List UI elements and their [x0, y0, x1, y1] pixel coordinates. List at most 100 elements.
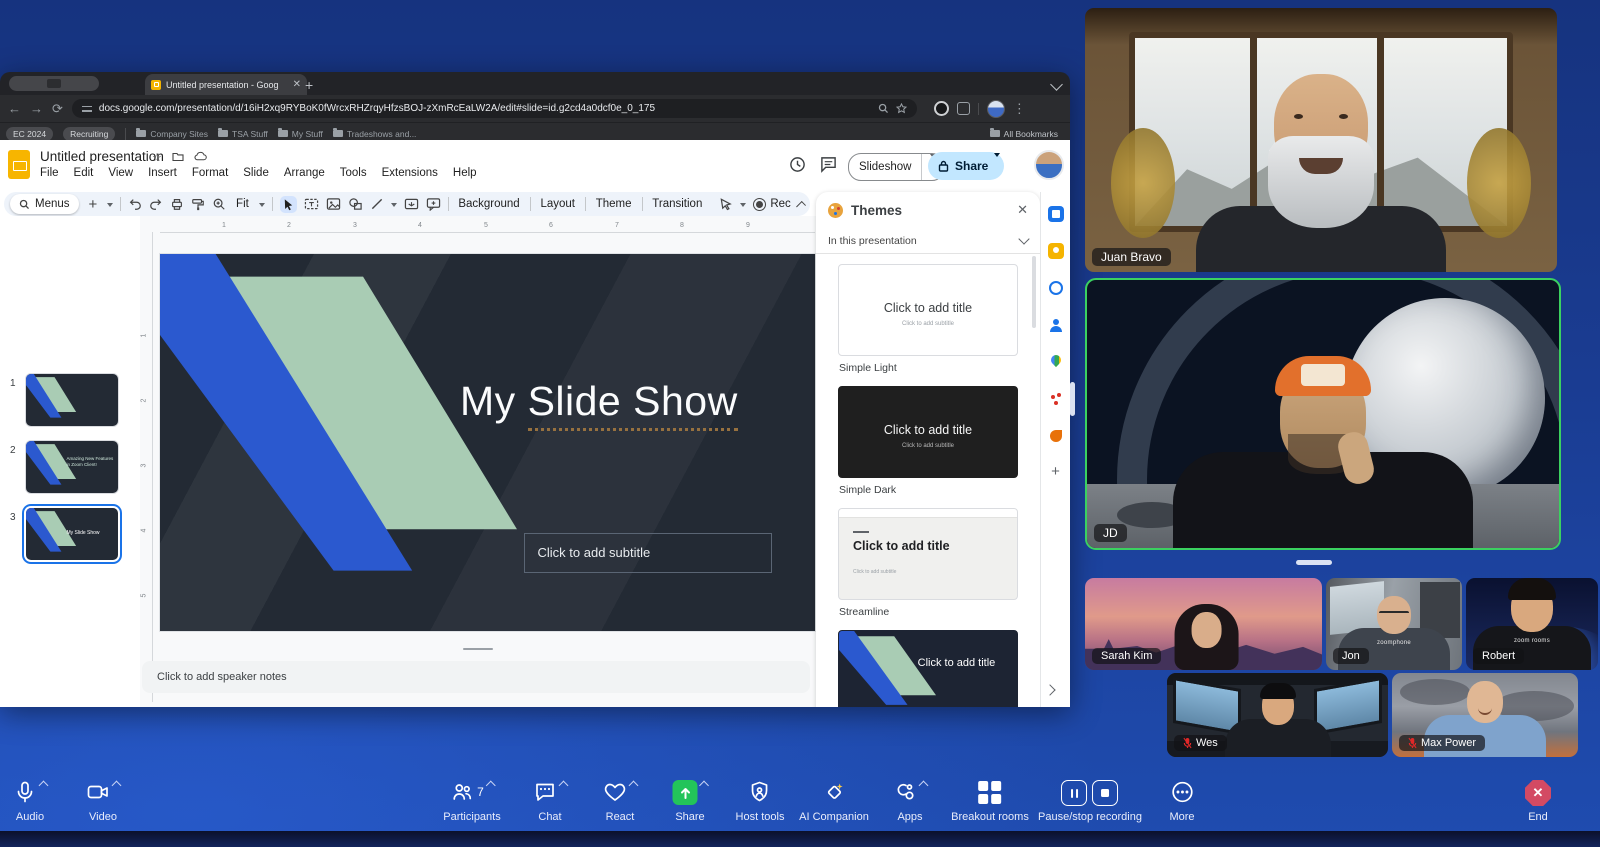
- comments-icon[interactable]: [820, 156, 837, 173]
- background-button[interactable]: Background: [455, 198, 522, 210]
- slide-subtitle-placeholder[interactable]: Click to add subtitle: [523, 532, 773, 573]
- toolbar-collapse-icon[interactable]: [795, 200, 806, 211]
- theme-card-simple-dark[interactable]: Click to add title Click to add subtitle: [838, 386, 1018, 478]
- menu-file[interactable]: File: [40, 167, 59, 179]
- video-tile-jon[interactable]: zoomphone Jon: [1326, 578, 1462, 670]
- new-slide-dropdown-icon[interactable]: [107, 202, 114, 210]
- zoom-host-tools-button[interactable]: Host tools: [736, 780, 784, 823]
- tasks-icon[interactable]: [1047, 280, 1064, 296]
- theme-card-current[interactable]: Click to add title: [838, 630, 1018, 707]
- insert-comment-tool[interactable]: [426, 197, 441, 211]
- menus-search-button[interactable]: Menus: [10, 194, 79, 214]
- transition-button[interactable]: Transition: [649, 198, 705, 210]
- menu-view[interactable]: View: [108, 167, 133, 179]
- tab-close-icon[interactable]: ✕: [293, 79, 301, 90]
- rec-button[interactable]: Rec: [753, 197, 791, 211]
- zoom-breakout-rooms-button[interactable]: Breakout rooms: [951, 780, 1029, 823]
- browser-menu-icon[interactable]: ⋮: [1013, 102, 1026, 115]
- zoom-more-button[interactable]: More: [1169, 780, 1195, 823]
- zoom-react-button[interactable]: React: [603, 780, 639, 823]
- bookmark-folder-my-stuff[interactable]: My Stuff: [277, 128, 323, 139]
- zoom-audio-button[interactable]: Audio: [13, 780, 49, 823]
- video-tile-jd-active-speaker[interactable]: JD: [1085, 278, 1561, 550]
- theme-card-simple-light[interactable]: Click to add title Click to add subtitle: [838, 264, 1018, 356]
- select-tool[interactable]: [279, 195, 297, 213]
- menu-tools[interactable]: Tools: [340, 167, 367, 179]
- menu-edit[interactable]: Edit: [74, 167, 94, 179]
- react-caret[interactable]: [628, 780, 639, 791]
- slides-account-avatar[interactable]: [1034, 150, 1064, 180]
- menu-format[interactable]: Format: [192, 167, 228, 179]
- menu-arrange[interactable]: Arrange: [284, 167, 325, 179]
- layout-button[interactable]: Layout: [537, 198, 578, 210]
- insert-line-tool[interactable]: [370, 197, 384, 211]
- window-controls[interactable]: [9, 76, 99, 91]
- bookmark-group-ec2024[interactable]: EC 2024: [6, 126, 54, 141]
- chat-caret[interactable]: [558, 780, 569, 791]
- zoom-fit-select[interactable]: Fit: [233, 198, 252, 210]
- star-icon[interactable]: ☆: [152, 151, 162, 164]
- zoom-page-icon[interactable]: [878, 103, 889, 114]
- back-icon[interactable]: ←: [8, 102, 21, 115]
- redo-icon[interactable]: [149, 197, 163, 211]
- new-slide-button[interactable]: +: [86, 196, 101, 213]
- menu-slide[interactable]: Slide: [243, 167, 269, 179]
- video-tile-wes[interactable]: Wes: [1167, 673, 1388, 757]
- zoom-share-button[interactable]: Share: [672, 780, 709, 823]
- tab-list-chevron-icon[interactable]: [1050, 78, 1063, 91]
- zoom-participants-button[interactable]: 7 Participants: [443, 780, 501, 823]
- slide-title-text[interactable]: My Slide Show: [396, 378, 802, 432]
- insert-shape-tool[interactable]: [348, 197, 363, 211]
- calendar-icon[interactable]: [1047, 206, 1064, 222]
- zoom-ai-companion-button[interactable]: AI Companion: [799, 780, 869, 823]
- video-tile-sarah-kim[interactable]: Sarah Kim: [1085, 578, 1322, 670]
- zoom-end-button[interactable]: ✕ End: [1525, 780, 1551, 823]
- recording-indicator-icon[interactable]: [933, 101, 949, 116]
- pointer-dropdown-icon[interactable]: [740, 202, 747, 210]
- paint-format-icon[interactable]: [191, 197, 205, 211]
- share-dropdown-icon[interactable]: [994, 153, 1001, 177]
- slide-thumbnail-3-selected[interactable]: My Slide Show: [26, 508, 118, 560]
- document-title[interactable]: Untitled presentation: [40, 149, 164, 164]
- undo-icon[interactable]: [128, 197, 142, 211]
- video-tile-juan-bravo[interactable]: Juan Bravo: [1085, 8, 1557, 272]
- participants-caret[interactable]: [485, 780, 496, 791]
- version-history-icon[interactable]: [789, 156, 806, 173]
- address-bar[interactable]: docs.google.com/presentation/d/16iH2xq9R…: [71, 99, 917, 118]
- print-icon[interactable]: [170, 197, 184, 211]
- bookmark-group-recruiting[interactable]: Recruiting: [63, 126, 116, 141]
- get-addons-icon[interactable]: +: [1047, 464, 1064, 481]
- all-bookmarks-button[interactable]: All Bookmarks: [989, 128, 1064, 139]
- menu-extensions[interactable]: Extensions: [382, 167, 438, 179]
- addon-icon-orange[interactable]: [1047, 428, 1064, 444]
- slide-thumbnail-1[interactable]: [26, 374, 118, 426]
- panel-resize-handle[interactable]: [1070, 382, 1075, 416]
- bookmark-folder-company-sites[interactable]: Company Sites: [136, 128, 208, 139]
- gallery-resize-handle[interactable]: [1296, 560, 1332, 565]
- notes-resize-handle[interactable]: [463, 648, 493, 650]
- browser-profile-avatar[interactable]: [986, 99, 1005, 118]
- forward-icon[interactable]: →: [30, 102, 43, 115]
- addon-icon-red[interactable]: [1047, 391, 1064, 407]
- apps-caret[interactable]: [918, 780, 929, 791]
- reload-icon[interactable]: ⟳: [52, 102, 63, 115]
- cloud-status-icon[interactable]: [194, 151, 207, 161]
- pause-recording-icon[interactable]: [1061, 780, 1088, 806]
- video-tile-max-power[interactable]: Max Power: [1392, 673, 1578, 757]
- share-caret[interactable]: [699, 780, 709, 791]
- zoom-apps-button[interactable]: Apps: [893, 780, 929, 823]
- slide-canvas[interactable]: My Slide Show Click to add subtitle: [160, 254, 815, 631]
- browser-tab[interactable]: Untitled presentation - Goog ✕: [145, 74, 307, 95]
- insert-image-tool[interactable]: [326, 197, 341, 211]
- bookmark-folder-tradeshows[interactable]: Tradeshows and...: [332, 128, 416, 139]
- video-options-caret[interactable]: [111, 780, 122, 791]
- zoom-recording-button[interactable]: Pause/stop recording: [1038, 780, 1142, 823]
- fit-dropdown-icon[interactable]: [258, 202, 265, 210]
- zoom-chat-button[interactable]: Chat: [533, 780, 569, 823]
- laser-pointer-icon[interactable]: [719, 197, 733, 211]
- speaker-notes[interactable]: Click to add speaker notes: [142, 661, 810, 693]
- zoom-video-button[interactable]: Video: [86, 780, 122, 823]
- line-dropdown-icon[interactable]: [390, 202, 397, 210]
- theme-card-streamline[interactable]: Click to add title Click to add subtitle: [838, 508, 1018, 600]
- keep-icon[interactable]: [1047, 243, 1064, 259]
